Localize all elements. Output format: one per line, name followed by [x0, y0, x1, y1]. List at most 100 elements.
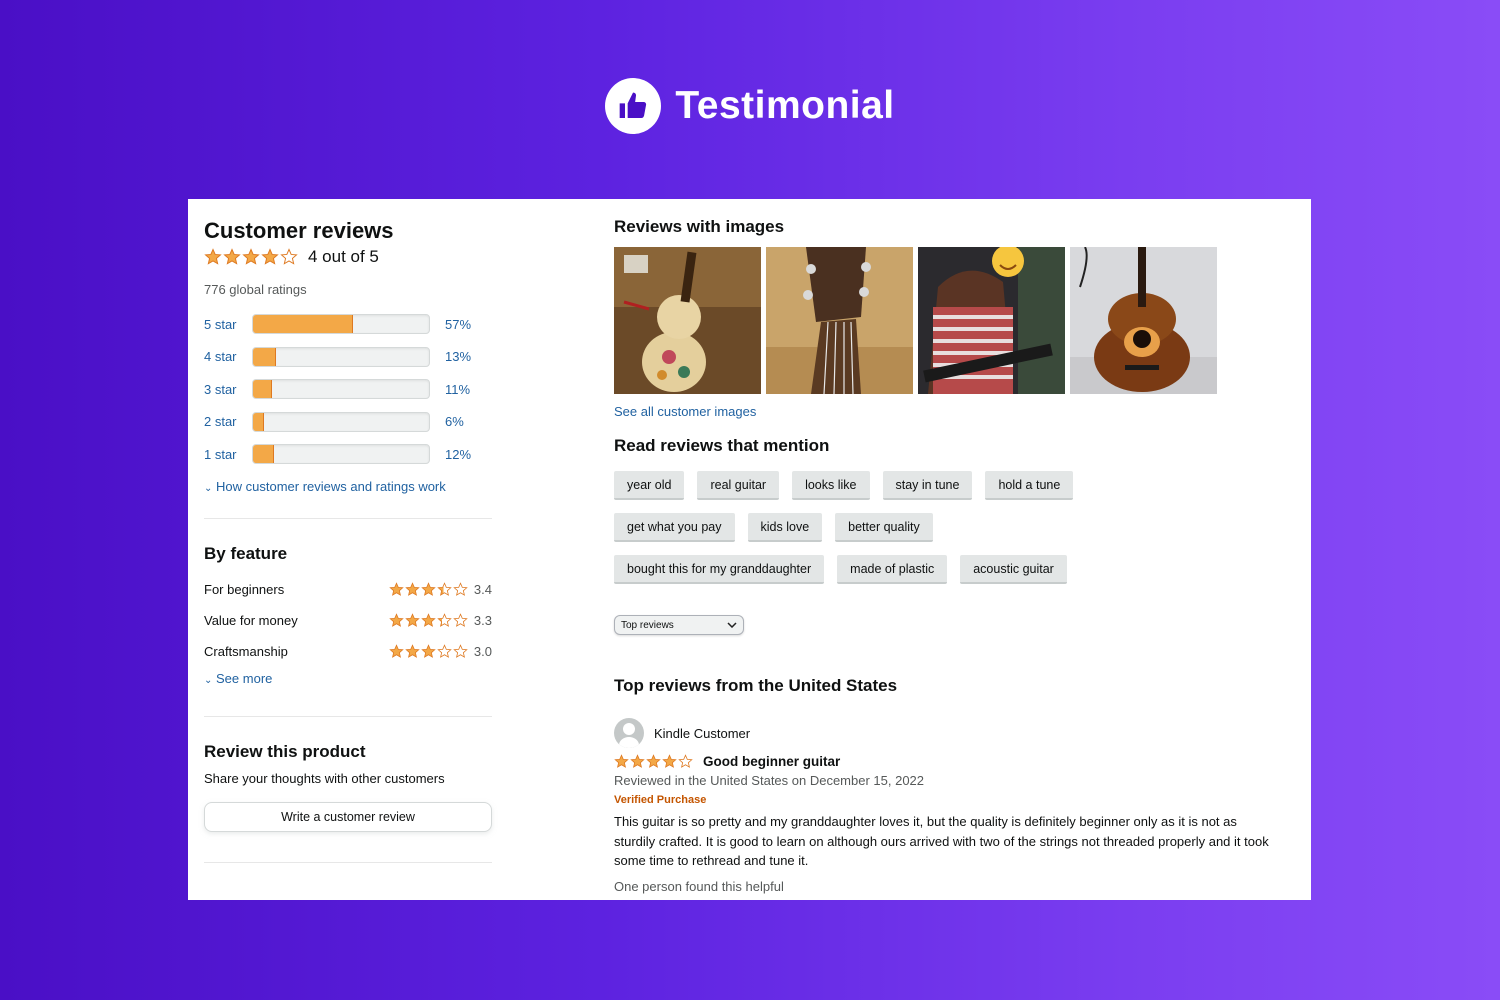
- histogram-bar: [252, 411, 430, 432]
- histogram-percent: 13%: [445, 349, 472, 364]
- histogram-label: 3 star: [204, 381, 237, 397]
- verified-purchase-badge: Verified Purchase: [614, 794, 707, 806]
- reviews-card: Customer reviews 4 out of 5 776 global r…: [188, 199, 1311, 900]
- histogram-bar: [252, 444, 430, 464]
- review-title-row: Good beginner guitar: [614, 754, 1294, 769]
- reviews-with-images-title: Reviews with images: [614, 217, 785, 236]
- mention-chip[interactable]: bought this for my granddaughter: [614, 555, 825, 584]
- mention-chip[interactable]: made of plastic: [837, 555, 948, 584]
- mention-chip[interactable]: kids love: [747, 513, 823, 542]
- star-rating-icon: [389, 582, 468, 597]
- mention-chips: year old real guitar looks like stay in tun…: [614, 471, 1294, 597]
- mention-chip[interactable]: year old: [614, 471, 685, 500]
- feature-score-value: 3.3: [473, 613, 492, 628]
- histogram-label: 5 star: [204, 316, 237, 332]
- review-item: Kindle Customer Good beginner guitar Rev…: [614, 718, 1294, 894]
- average-rating[interactable]: 4 out of 5: [204, 247, 492, 267]
- see-all-images-link[interactable]: See all customer images: [614, 404, 1294, 419]
- mention-chip[interactable]: stay in tune: [882, 471, 973, 500]
- feature-row: Value for money 3.3: [204, 605, 492, 636]
- histogram-percent: 11%: [445, 381, 471, 397]
- histogram-fill: [253, 412, 264, 431]
- feature-label: For beginners: [204, 582, 285, 597]
- star-rating-icon: [389, 613, 468, 628]
- global-ratings-count: 776 global ratings: [204, 282, 307, 297]
- feature-score: 3.3: [389, 613, 492, 628]
- feature-label: Craftsmanship: [204, 644, 288, 659]
- feature-score-value: 3.0: [473, 644, 492, 659]
- histogram-label: 2 star: [204, 414, 237, 429]
- reviews-detail: Reviews with images See all customer ima…: [614, 217, 1294, 894]
- histogram-percent: 57%: [445, 316, 472, 332]
- how-reviews-work-label: How customer reviews and ratings work: [216, 479, 446, 494]
- feature-row: For beginners 3.4: [204, 574, 492, 605]
- see-more-label: See more: [216, 671, 273, 686]
- feature-score-value: 3.4: [473, 582, 492, 597]
- histogram-bar: [252, 314, 430, 334]
- star-rating-icon: [389, 644, 468, 659]
- feature-ratings: For beginners 3.4 Value for money 3.3 Crafts…: [204, 574, 492, 667]
- histogram-fill: [253, 380, 273, 398]
- divider: [204, 518, 492, 519]
- histogram-bar: [252, 379, 430, 399]
- feature-label: Value for money: [204, 613, 298, 628]
- histogram-row[interactable]: 1 star 12%: [204, 443, 492, 465]
- see-more-link[interactable]: ⌄ See more: [204, 671, 492, 686]
- sort-reviews-select[interactable]: Top reviews: [614, 615, 744, 635]
- mention-chip[interactable]: real guitar: [697, 471, 780, 500]
- histogram-label: 4 star: [204, 349, 237, 364]
- review-image[interactable]: [766, 247, 913, 394]
- histogram-fill: [253, 315, 354, 333]
- feature-score: 3.0: [389, 644, 492, 659]
- star-rating-icon: [614, 754, 693, 769]
- review-title[interactable]: Good beginner guitar: [703, 754, 840, 769]
- mention-chip[interactable]: better quality: [835, 513, 933, 542]
- histogram-fill: [253, 445, 275, 463]
- page-header: Testimonial: [0, 78, 1500, 134]
- review-product-subtitle: Share your thoughts with other customers: [204, 771, 445, 786]
- customer-reviews-title: Customer reviews: [204, 218, 394, 243]
- review-image[interactable]: [614, 247, 761, 394]
- thumbs-up-icon: [605, 78, 662, 134]
- chevron-down-icon: [727, 622, 737, 628]
- review-images: [614, 247, 1294, 394]
- review-image[interactable]: [918, 247, 1065, 394]
- sort-select-value: Top reviews: [621, 619, 674, 631]
- histogram-row[interactable]: 3 star 11%: [204, 378, 492, 400]
- review-helpful-count: One person found this helpful: [614, 878, 784, 894]
- review-image[interactable]: [1070, 247, 1217, 394]
- read-reviews-mention-title: Read reviews that mention: [614, 436, 830, 455]
- feature-row: Craftsmanship 3.0: [204, 636, 492, 667]
- mention-chip[interactable]: get what you pay: [614, 513, 735, 542]
- star-rating-icon: [204, 248, 298, 266]
- mention-chip[interactable]: acoustic guitar: [960, 555, 1067, 584]
- histogram-row[interactable]: 4 star 13%: [204, 346, 492, 368]
- rating-histogram: 5 star 57% 4 star 13% 3 star 11% 2 star 6% 1 sta…: [204, 313, 492, 465]
- histogram-row[interactable]: 2 star 6%: [204, 411, 492, 433]
- review-meta: Reviewed in the United States on Decembe…: [614, 773, 925, 788]
- review-author[interactable]: Kindle Customer: [614, 718, 1294, 748]
- chevron-down-icon: ⌄: [204, 483, 213, 494]
- feature-score: 3.4: [389, 582, 492, 597]
- top-reviews-title: Top reviews from the United States: [614, 676, 898, 695]
- mention-chip[interactable]: hold a tune: [985, 471, 1074, 500]
- histogram-bar: [252, 346, 430, 367]
- histogram-percent: 6%: [445, 414, 464, 429]
- review-author-name: Kindle Customer: [654, 725, 751, 741]
- divider: [204, 862, 492, 863]
- review-product-title: Review this product: [204, 742, 366, 761]
- divider: [204, 716, 492, 717]
- average-rating-text: 4 out of 5: [308, 247, 379, 266]
- ratings-summary: Customer reviews 4 out of 5 776 global r…: [204, 217, 492, 863]
- histogram-label: 1 star: [204, 446, 237, 462]
- avatar: [614, 718, 644, 748]
- histogram-percent: 12%: [445, 446, 472, 462]
- histogram-row[interactable]: 5 star 57%: [204, 313, 492, 335]
- by-feature-title: By feature: [204, 544, 288, 563]
- write-review-button[interactable]: Write a customer review: [204, 802, 492, 832]
- review-body: This guitar is so pretty and my granddau…: [614, 814, 1269, 868]
- chevron-down-icon: ⌄: [204, 675, 213, 686]
- mention-chip[interactable]: looks like: [792, 471, 870, 500]
- how-reviews-work-link[interactable]: ⌄ How customer reviews and ratings work: [204, 479, 492, 494]
- page-title: Testimonial: [675, 84, 895, 127]
